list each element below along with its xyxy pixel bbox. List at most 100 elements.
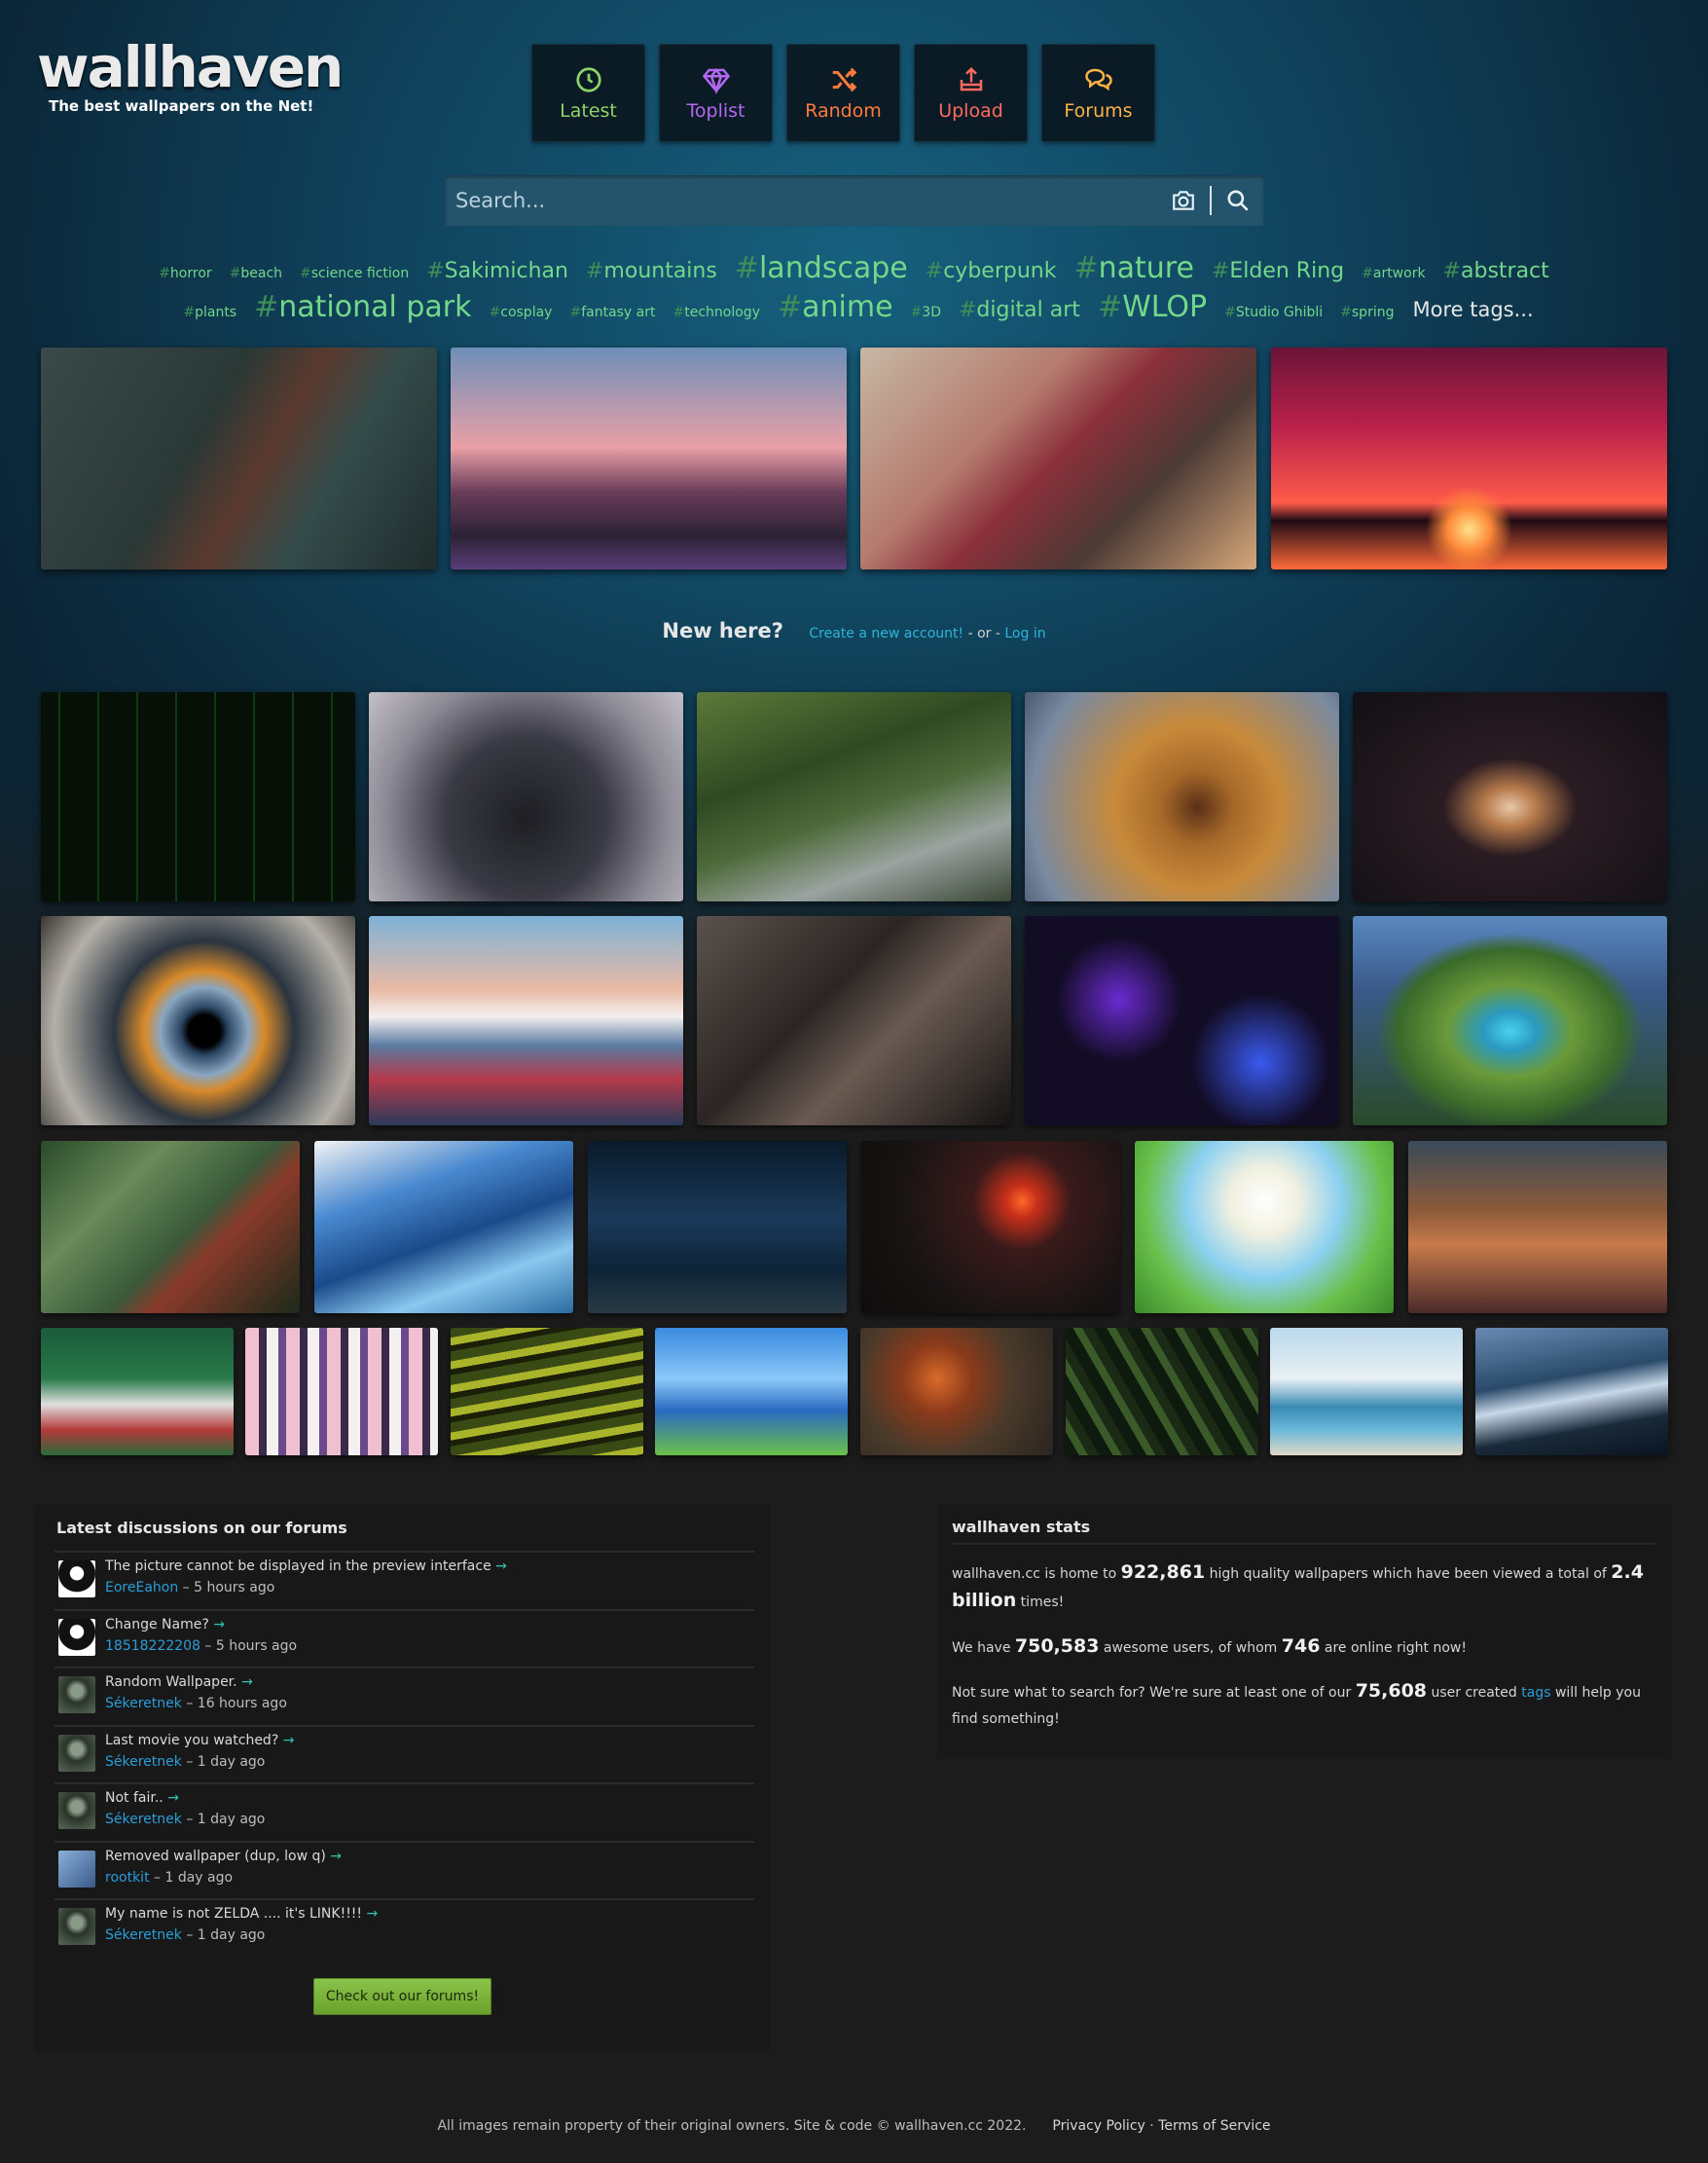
wallpaper-thumb[interactable] [1353, 692, 1667, 901]
wallpaper-thumb[interactable] [245, 1328, 438, 1455]
forum-post: Not fair.. → Sékeretnek – 1 day ago [55, 1782, 754, 1840]
wallpaper-count: 922,861 [1120, 1561, 1206, 1583]
wallpaper-thumb[interactable] [1135, 1141, 1394, 1313]
tag-link[interactable]: #Studio Ghibli [1224, 305, 1323, 320]
forum-post-title[interactable]: The picture cannot be displayed in the p… [105, 1558, 507, 1574]
avatar[interactable] [58, 1850, 95, 1888]
nav-forums-button[interactable]: Forums [1041, 44, 1155, 142]
tag-link[interactable]: #anime [778, 290, 893, 324]
tag-link[interactable]: #national park [254, 290, 471, 324]
search-input[interactable] [445, 175, 1157, 226]
tag-link[interactable]: #landscape [735, 251, 908, 285]
featured-wallpaper-3[interactable] [860, 348, 1256, 569]
online-count: 746 [1281, 1635, 1321, 1657]
wallpaper-thumb[interactable] [1270, 1328, 1463, 1455]
tag-hash: # [925, 259, 944, 283]
forum-post-author[interactable]: Sékeretnek [105, 1927, 182, 1943]
wallpaper-thumb[interactable] [41, 916, 355, 1125]
forum-post-author[interactable]: Sékeretnek [105, 1754, 182, 1770]
forum-post-title[interactable]: My name is not ZELDA .... it's LINK!!!! … [105, 1906, 378, 1922]
wallpaper-thumb[interactable] [41, 1328, 234, 1455]
nav-latest-button[interactable]: Latest [531, 44, 645, 142]
stats-text: awesome users, of whom [1099, 1640, 1282, 1656]
tag-link[interactable]: #artwork [1362, 266, 1425, 281]
nav-random-button[interactable]: Random [786, 44, 900, 142]
avatar[interactable] [58, 1676, 95, 1713]
tags-link[interactable]: tags [1521, 1685, 1550, 1701]
login-link[interactable]: Log in [1004, 626, 1045, 642]
forum-post-title[interactable]: Change Name? → [105, 1617, 225, 1632]
forum-post-author[interactable]: rootkit [105, 1870, 150, 1886]
tag-link[interactable]: #science fiction [300, 266, 409, 281]
wallpaper-thumb[interactable] [1353, 916, 1667, 1125]
tag-link[interactable]: #beach [230, 266, 282, 281]
avatar[interactable] [58, 1908, 95, 1945]
tag-link[interactable]: #Sakimichan [426, 259, 568, 283]
wallpaper-thumb[interactable] [588, 1141, 847, 1313]
forum-post-title[interactable]: Last movie you watched? → [105, 1733, 294, 1748]
wallpaper-thumb[interactable] [369, 692, 683, 901]
wallpaper-thumb[interactable] [655, 1328, 848, 1455]
nav-upload-button[interactable]: Upload [914, 44, 1028, 142]
wallpaper-thumb[interactable] [1025, 692, 1339, 901]
terms-link[interactable]: Terms of Service [1158, 2118, 1270, 2134]
forum-post-title-text: Removed wallpaper (dup, low q) [105, 1848, 326, 1864]
wallpaper-thumb[interactable] [314, 1141, 573, 1313]
search-submit-button[interactable] [1212, 175, 1264, 226]
avatar[interactable] [58, 1618, 95, 1656]
tag-link[interactable]: #3D [911, 305, 941, 320]
create-account-link[interactable]: Create a new account! [809, 626, 963, 642]
tag-link[interactable]: #cyberpunk [926, 259, 1057, 283]
tag-link[interactable]: #spring [1340, 305, 1394, 320]
wallpaper-thumb[interactable] [1066, 1328, 1258, 1455]
forum-post: Change Name? → 18518222208 – 5 hours ago [55, 1608, 754, 1667]
tag-link[interactable]: #cosplay [490, 305, 553, 320]
tag-link[interactable]: #technology [673, 305, 760, 320]
wallpaper-thumb[interactable] [697, 916, 1011, 1125]
wallpaper-thumb[interactable] [1408, 1141, 1667, 1313]
forum-post-meta: Sékeretnek – 1 day ago [105, 1812, 266, 1827]
wallpaper-thumb[interactable] [41, 692, 355, 901]
tag-link[interactable]: #abstract [1443, 259, 1549, 283]
tag-link[interactable]: #nature [1073, 251, 1193, 285]
avatar[interactable] [58, 1560, 95, 1597]
featured-wallpaper-4[interactable] [1271, 348, 1667, 569]
site-logo[interactable]: wallhaven The best wallpapers on the Net… [37, 37, 344, 115]
wallpaper-thumb[interactable] [41, 1141, 300, 1313]
forum-post-title[interactable]: Random Wallpaper. → [105, 1674, 253, 1690]
privacy-policy-link[interactable]: Privacy Policy [1052, 2118, 1145, 2134]
image-search-button[interactable] [1157, 175, 1210, 226]
wallpaper-thumb[interactable] [860, 1328, 1053, 1455]
wallpaper-thumb[interactable] [451, 1328, 643, 1455]
arrow-right-icon: → [495, 1558, 507, 1574]
tag-link[interactable]: #plants [183, 305, 236, 320]
forums-cta-button[interactable]: Check out our forums! [313, 1978, 491, 2015]
avatar[interactable] [58, 1734, 95, 1772]
stats-text: user created [1427, 1685, 1522, 1701]
wallpaper-thumb[interactable] [861, 1141, 1120, 1313]
tag-link[interactable]: #Elden Ring [1212, 259, 1344, 283]
forum-post-author[interactable]: 18518222208 [105, 1638, 200, 1654]
wallpaper-thumb[interactable] [369, 916, 683, 1125]
avatar[interactable] [58, 1792, 95, 1829]
forum-post-author[interactable]: EoreEahon [105, 1580, 178, 1595]
tag-link[interactable]: #digital art [959, 298, 1080, 322]
tag-link[interactable]: #mountains [586, 259, 717, 283]
wallpaper-thumb[interactable] [1475, 1328, 1668, 1455]
forum-post-title[interactable]: Removed wallpaper (dup, low q) → [105, 1849, 342, 1864]
tag-link[interactable]: #fantasy art [569, 305, 655, 320]
forum-post: My name is not ZELDA .... it's LINK!!!! … [55, 1898, 754, 1956]
forum-post-author[interactable]: Sékeretnek [105, 1696, 182, 1711]
tag-hash: # [585, 259, 604, 283]
nav-toplist-button[interactable]: Toplist [659, 44, 773, 142]
wallpaper-thumb[interactable] [697, 692, 1011, 901]
featured-wallpaper-1[interactable] [41, 348, 437, 569]
tag-label: Studio Ghibli [1235, 305, 1324, 320]
tag-link[interactable]: #horror [159, 266, 211, 281]
more-tags-link[interactable]: More tags... [1412, 298, 1533, 321]
forum-post-title[interactable]: Not fair.. → [105, 1790, 179, 1806]
forum-post-author[interactable]: Sékeretnek [105, 1812, 182, 1827]
wallpaper-thumb[interactable] [1025, 916, 1339, 1125]
featured-wallpaper-2[interactable] [451, 348, 847, 569]
tag-link[interactable]: #WLOP [1098, 290, 1207, 324]
